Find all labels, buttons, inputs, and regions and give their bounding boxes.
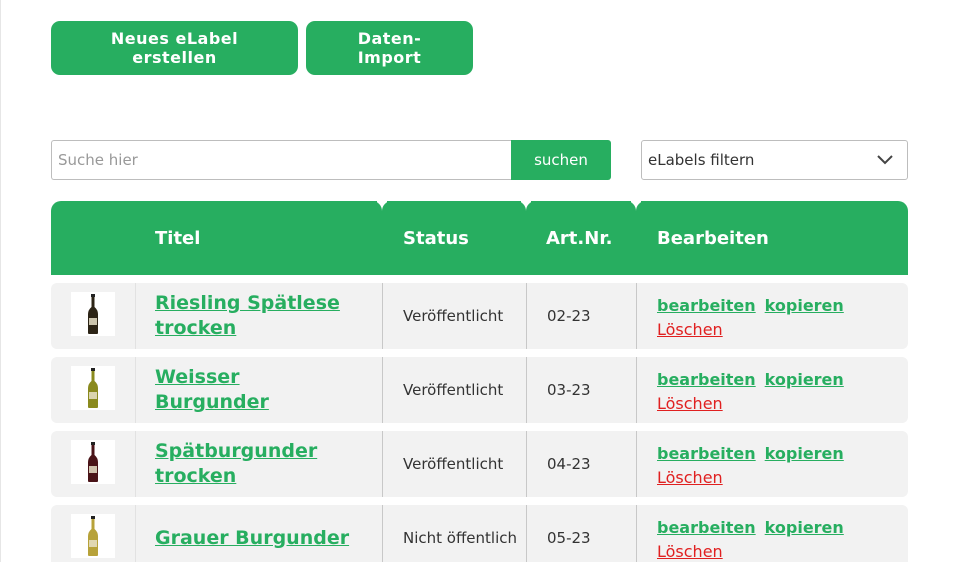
actions-cell: bearbeiten kopieren Löschen xyxy=(657,283,844,349)
title-cell: Spätburgunder trocken xyxy=(155,431,355,497)
copy-link[interactable]: kopieren xyxy=(765,370,844,389)
cell-divider xyxy=(135,431,136,497)
wine-thumbnail xyxy=(71,366,115,410)
artnr-cell: 02-23 xyxy=(547,283,591,349)
cell-divider xyxy=(636,431,637,497)
header-divider xyxy=(372,201,392,215)
title-link[interactable]: Riesling Spätlese trocken xyxy=(155,291,355,341)
cell-divider xyxy=(382,283,383,349)
elabel-table: Titel Status Art.Nr. Bearbeiten Riesling… xyxy=(51,201,908,562)
copy-link[interactable]: kopieren xyxy=(765,444,844,463)
wine-thumbnail xyxy=(71,292,115,336)
elabel-filter-select[interactable]: eLabels filtern xyxy=(641,140,908,180)
status-text: Nicht öffentlich xyxy=(403,529,518,547)
cell-divider xyxy=(382,505,383,562)
status-cell: Nicht öffentlich xyxy=(403,505,523,562)
cell-divider xyxy=(526,505,527,562)
cell-divider xyxy=(135,283,136,349)
artnr-text: 02-23 xyxy=(547,307,591,325)
edit-link[interactable]: bearbeiten xyxy=(657,370,756,389)
status-text: Veröffentlicht xyxy=(403,455,504,473)
artnr-cell: 04-23 xyxy=(547,431,591,497)
copy-link[interactable]: kopieren xyxy=(765,296,844,315)
table-body: Riesling Spätlese trocken Veröffentlicht… xyxy=(51,283,908,562)
table-row: Spätburgunder trocken Veröffentlicht 04-… xyxy=(51,431,908,497)
table-row: Riesling Spätlese trocken Veröffentlicht… xyxy=(51,283,908,349)
status-cell: Veröffentlicht xyxy=(403,431,523,497)
table-header: Titel Status Art.Nr. Bearbeiten xyxy=(51,201,908,275)
edit-link[interactable]: bearbeiten xyxy=(657,296,756,315)
title-cell: Riesling Spätlese trocken xyxy=(155,283,355,349)
bottle-gold-icon xyxy=(88,516,98,556)
delete-link[interactable]: Löschen xyxy=(657,542,723,561)
bottle-red-icon xyxy=(88,442,98,482)
actions-cell: bearbeiten kopieren Löschen xyxy=(657,357,844,423)
cell-divider xyxy=(526,283,527,349)
search-button[interactable]: suchen xyxy=(511,140,611,180)
table-row: Grauer Burgunder Nicht öffentlich 05-23 … xyxy=(51,505,908,562)
delete-link[interactable]: Löschen xyxy=(657,394,723,413)
cell-divider xyxy=(135,357,136,423)
artnr-text: 05-23 xyxy=(547,529,591,547)
artnr-cell: 05-23 xyxy=(547,505,591,562)
status-text: Veröffentlicht xyxy=(403,307,504,325)
cell-divider xyxy=(382,357,383,423)
cell-divider xyxy=(135,505,136,562)
search-input[interactable] xyxy=(51,140,511,180)
title-cell: Grauer Burgunder xyxy=(155,505,355,562)
edit-link[interactable]: bearbeiten xyxy=(657,518,756,537)
cell-divider xyxy=(636,283,637,349)
table-row: Weisser Burgunder Veröffentlicht 03-23 b… xyxy=(51,357,908,423)
header-divider xyxy=(516,201,536,215)
toolbar: Neues eLabel erstellen Daten-Import xyxy=(51,21,473,75)
header-status: Status xyxy=(403,227,469,249)
header-divider xyxy=(626,201,646,215)
actions-cell: bearbeiten kopieren Löschen xyxy=(657,431,844,497)
artnr-text: 04-23 xyxy=(547,455,591,473)
title-link[interactable]: Grauer Burgunder xyxy=(155,526,355,551)
data-import-button[interactable]: Daten-Import xyxy=(306,21,473,75)
new-elabel-button[interactable]: Neues eLabel erstellen xyxy=(51,21,298,75)
search-bar: suchen xyxy=(51,140,611,180)
delete-link[interactable]: Löschen xyxy=(657,320,723,339)
title-link[interactable]: Spätburgunder trocken xyxy=(155,439,355,489)
copy-link[interactable]: kopieren xyxy=(765,518,844,537)
chevron-down-icon xyxy=(877,151,893,169)
cell-divider xyxy=(636,357,637,423)
status-cell: Veröffentlicht xyxy=(403,357,523,423)
title-cell: Weisser Burgunder xyxy=(155,357,355,423)
cell-divider xyxy=(526,357,527,423)
actions-cell: bearbeiten kopieren Löschen xyxy=(657,505,844,562)
cell-divider xyxy=(526,431,527,497)
title-link[interactable]: Weisser Burgunder xyxy=(155,365,355,415)
cell-divider xyxy=(382,431,383,497)
status-cell: Veröffentlicht xyxy=(403,283,523,349)
header-artnr: Art.Nr. xyxy=(546,227,613,249)
cell-divider xyxy=(636,505,637,562)
artnr-text: 03-23 xyxy=(547,381,591,399)
wine-thumbnail xyxy=(71,440,115,484)
header-actions: Bearbeiten xyxy=(657,227,769,249)
artnr-cell: 03-23 xyxy=(547,357,591,423)
bottle-green-icon xyxy=(88,368,98,408)
status-text: Veröffentlicht xyxy=(403,381,504,399)
edit-link[interactable]: bearbeiten xyxy=(657,444,756,463)
header-title: Titel xyxy=(155,227,201,249)
delete-link[interactable]: Löschen xyxy=(657,468,723,487)
wine-thumbnail xyxy=(71,514,115,558)
bottle-dark-icon xyxy=(88,294,98,334)
filter-selected-value: eLabels filtern xyxy=(648,151,755,169)
